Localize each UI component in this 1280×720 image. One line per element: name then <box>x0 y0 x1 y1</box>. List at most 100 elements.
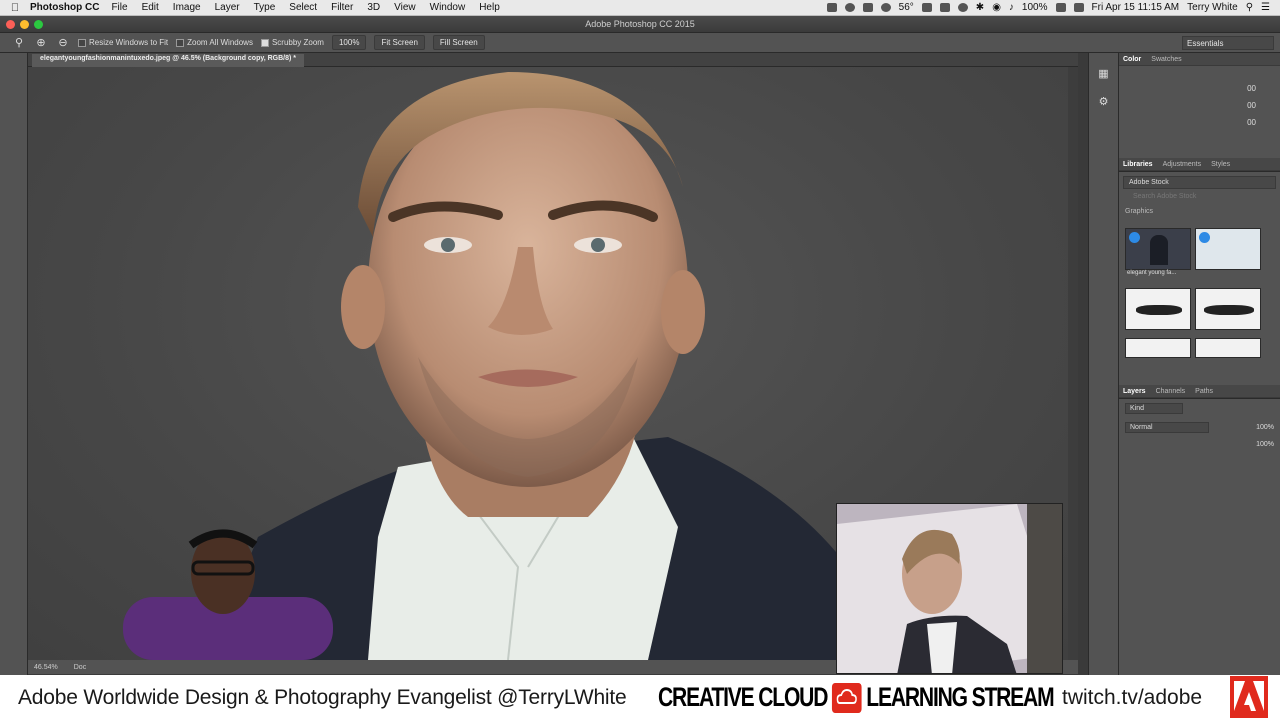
bluetooth-icon[interactable]: ✱ <box>976 2 984 13</box>
weather-icon[interactable] <box>880 3 891 12</box>
document-tab[interactable]: elegantyoungfashionmanintuxedo.jpeg @ 46… <box>32 54 305 67</box>
battery-readout[interactable]: 100% <box>1022 2 1048 13</box>
library-search-input[interactable]: Search Adobe Stock <box>1123 193 1276 204</box>
library-thumbnail[interactable] <box>1125 338 1191 358</box>
tray-icon[interactable] <box>826 3 837 12</box>
tools-panel <box>0 53 28 675</box>
creative-cloud-logo-icon <box>831 682 862 713</box>
blend-mode-select[interactable]: Normal <box>1125 422 1209 433</box>
tab-styles[interactable]: Styles <box>1211 161 1230 168</box>
minimize-window-button[interactable] <box>20 20 29 29</box>
layers-panel-tabs: Layers Channels Paths <box>1119 385 1280 398</box>
library-thumbnail[interactable] <box>1195 288 1261 330</box>
resize-windows-checkbox[interactable]: Resize Windows to Fit <box>78 38 168 47</box>
layers-panel: Kind Normal 100% 100% <box>1119 398 1280 698</box>
tray-icon[interactable] <box>862 3 873 12</box>
zoom-tool-icon[interactable]: ⚲ <box>12 36 26 50</box>
document-tab-bar: elegantyoungfashionmanintuxedo.jpeg @ 46… <box>28 53 1078 67</box>
fit-screen-button[interactable]: Fit Screen <box>374 35 425 50</box>
evangelist-text: Adobe Worldwide Design & Photography Eva… <box>18 685 627 709</box>
menu-edit[interactable]: Edit <box>142 2 159 13</box>
tab-libraries[interactable]: Libraries <box>1123 161 1153 168</box>
properties-panel-icon[interactable]: ⚙ <box>1096 95 1112 109</box>
libraries-panel-tabs: Libraries Adjustments Styles <box>1119 158 1280 171</box>
close-window-button[interactable] <box>6 20 15 29</box>
lock-icon[interactable] <box>939 3 950 12</box>
menu-image[interactable]: Image <box>173 2 201 13</box>
tab-color[interactable]: Color <box>1123 56 1141 63</box>
library-thumbnail[interactable] <box>1195 228 1261 270</box>
volume-icon[interactable]: ♪ <box>1009 2 1014 13</box>
libraries-panel: Adobe Stock Search Adobe Stock Graphics … <box>1119 171 1280 385</box>
zoom-out-icon[interactable]: ⊖ <box>56 36 70 50</box>
fill-screen-button[interactable]: Fill Screen <box>432 35 485 50</box>
right-panels: Color Swatches 00 00 00 Libraries Adjust… <box>1118 53 1280 675</box>
color-panel-tabs: Color Swatches <box>1119 53 1280 66</box>
library-thumbnail[interactable] <box>1195 338 1261 358</box>
fill-value[interactable]: 100% <box>1256 441 1274 448</box>
library-thumbnail[interactable] <box>1125 288 1191 330</box>
status-tray: 56° ✱ ◉ ♪ 100% Fri Apr 15 11:15 AM Terry… <box>826 2 1280 13</box>
opacity-value[interactable]: 100% <box>1256 424 1274 431</box>
app-menu[interactable]: Photoshop CC <box>30 2 99 13</box>
tab-layers[interactable]: Layers <box>1123 388 1146 395</box>
window-title: Adobe Photoshop CC 2015 <box>585 19 695 29</box>
tab-swatches[interactable]: Swatches <box>1151 56 1181 63</box>
color-panel: 00 00 00 <box>1119 66 1280 158</box>
menu-3d[interactable]: 3D <box>367 2 380 13</box>
menu-type[interactable]: Type <box>254 2 276 13</box>
options-bar: ⚲ ⊕ ⊖ Resize Windows to Fit Zoom All Win… <box>0 33 1280 53</box>
battery-icon <box>1055 3 1066 12</box>
library-select[interactable]: Adobe Stock <box>1123 176 1276 189</box>
adobe-logo-icon <box>1230 676 1268 718</box>
notification-center-icon[interactable]: ☰ <box>1261 2 1270 13</box>
zoom-in-icon[interactable]: ⊕ <box>34 36 48 50</box>
tab-paths[interactable]: Paths <box>1195 388 1213 395</box>
tray-icon[interactable] <box>844 3 855 12</box>
menu-view[interactable]: View <box>394 2 416 13</box>
color-value[interactable]: 00 <box>1247 84 1256 93</box>
menu-filter[interactable]: Filter <box>331 2 353 13</box>
tab-channels[interactable]: Channels <box>1156 388 1186 395</box>
apple-menu-icon[interactable]:  <box>0 2 30 14</box>
zoom-readout[interactable]: 46.54% <box>34 664 58 671</box>
menu-layer[interactable]: Layer <box>215 2 240 13</box>
tab-adjustments[interactable]: Adjustments <box>1163 161 1202 168</box>
time-machine-icon[interactable] <box>957 3 968 12</box>
color-value[interactable]: 00 <box>1247 101 1256 110</box>
temperature-readout: 56° <box>898 2 914 13</box>
screen-root:  Photoshop CC File Edit Image Layer Typ… <box>0 0 1280 720</box>
canvas-vertical-scrollbar[interactable] <box>1068 67 1078 660</box>
spotlight-icon[interactable]: ⚲ <box>1246 2 1253 13</box>
menu-select[interactable]: Select <box>289 2 317 13</box>
history-panel-icon[interactable]: ▦ <box>1096 67 1112 81</box>
tray-icon[interactable] <box>921 3 932 12</box>
zoom-all-windows-checkbox[interactable]: Zoom All Windows <box>176 38 253 47</box>
broadcast-banner: Adobe Worldwide Design & Photography Eva… <box>0 675 1280 720</box>
color-value[interactable]: 00 <box>1247 118 1256 127</box>
thumb-caption: elegant young fa... <box>1127 270 1177 276</box>
zoom-100-button[interactable]: 100% <box>331 35 367 50</box>
zoom-window-button[interactable] <box>34 20 43 29</box>
menu-help[interactable]: Help <box>479 2 500 13</box>
layer-filter-kind[interactable]: Kind <box>1125 403 1183 414</box>
twitch-url[interactable]: twitch.tv/adobe <box>1062 686 1202 710</box>
user-name[interactable]: Terry White <box>1187 2 1238 13</box>
panel-icon-column: ▦ ⚙ <box>1088 53 1118 675</box>
window-controls <box>6 20 43 29</box>
scrubby-zoom-checkbox[interactable]: Scrubby Zoom <box>260 38 324 47</box>
webcam-overlay <box>836 503 1063 674</box>
library-thumbnail[interactable] <box>1125 228 1191 270</box>
window-title-bar: Adobe Photoshop CC 2015 <box>0 16 1280 33</box>
menu-window[interactable]: Window <box>430 2 466 13</box>
webcam-image <box>837 504 1062 673</box>
flag-icon[interactable] <box>1073 3 1084 12</box>
doc-info[interactable]: Doc <box>74 664 86 671</box>
creative-cloud-wordmark: CREATIVE CLOUD LEARNING STREAM <box>658 682 1055 713</box>
mac-menu-bar:  Photoshop CC File Edit Image Layer Typ… <box>0 0 1280 16</box>
wifi-icon[interactable]: ◉ <box>992 2 1001 13</box>
clock[interactable]: Fri Apr 15 11:15 AM <box>1092 2 1180 13</box>
graphics-label: Graphics <box>1125 208 1154 215</box>
menu-file[interactable]: File <box>111 2 127 13</box>
workspace-select[interactable]: Essentials <box>1182 36 1274 50</box>
